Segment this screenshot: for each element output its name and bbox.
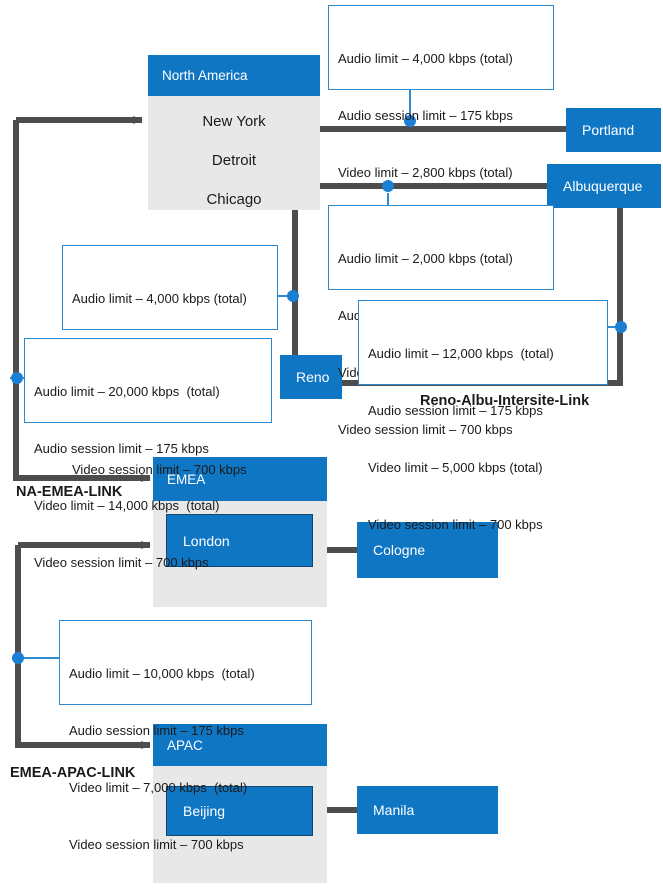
anchor-dot-reno-albu	[615, 321, 627, 333]
note-line-audio-session-limit: Audio session limit – 175 kbps	[338, 108, 513, 123]
node-portland[interactable]: Portland	[566, 108, 661, 152]
node-label-albuquerque: Albuquerque	[563, 178, 643, 194]
note-line-video-limit: Video limit – 2,800 kbps (total)	[338, 165, 513, 180]
anchor-dot-chicago-reno	[287, 290, 299, 302]
note-line-video-limit: Video limit – 14,000 kbps (total)	[34, 498, 220, 513]
note-line-video-limit: Video limit – 5,000 kbps (total)	[368, 460, 543, 475]
note-line-audio-limit: Audio limit – 20,000 kbps (total)	[34, 384, 220, 399]
note-line-audio-limit: Audio limit – 10,000 kbps (total)	[69, 666, 255, 681]
node-label-reno: Reno	[296, 369, 330, 385]
city-detroit[interactable]: Detroit	[148, 142, 320, 178]
region-north-america[interactable]: North America New York Detroit Chicago	[148, 55, 320, 210]
note-reno-albu[interactable]: Audio limit – 12,000 kbps (total) Audio …	[358, 300, 608, 532]
note-na-emea[interactable]: Audio limit – 20,000 kbps (total) Audio …	[24, 338, 272, 570]
city-label-chicago: Chicago	[206, 190, 262, 208]
diagram-canvas: North America New York Detroit Chicago P…	[0, 0, 663, 883]
note-line-video-limit: Video limit – 7,000 kbps (total)	[69, 780, 248, 795]
note-line-audio-limit: Audio limit – 4,000 kbps (total)	[72, 291, 247, 306]
note-line-video-session-limit: Video session limit – 700 kbps	[34, 555, 209, 570]
note-emea-apac[interactable]: Audio limit – 10,000 kbps (total) Audio …	[59, 620, 312, 852]
anchor-dot-na-emea	[11, 372, 23, 384]
note-line-video-session-limit: Video session limit – 700 kbps	[69, 837, 244, 852]
node-manila[interactable]: Manila	[357, 786, 498, 834]
node-reno[interactable]: Reno	[280, 355, 342, 399]
note-line-audio-session-limit: Audio session limit – 175 kbps	[368, 403, 543, 418]
note-chicago-reno[interactable]: Audio limit – 4,000 kbps (total) Audio s…	[62, 245, 278, 477]
region-header-north-america: North America	[148, 55, 320, 96]
city-label-detroit: Detroit	[211, 151, 257, 169]
note-line-audio-session-limit: Audio session limit – 175 kbps	[69, 723, 244, 738]
note-line-audio-limit: Audio limit – 12,000 kbps (total)	[368, 346, 554, 361]
node-label-manila: Manila	[373, 802, 415, 818]
note-na-portland[interactable]: Audio limit – 4,000 kbps (total) Audio s…	[328, 5, 554, 237]
note-line-video-session-limit: Video session limit – 700 kbps	[368, 517, 543, 532]
city-label-new-york: New York	[202, 112, 266, 130]
region-title-north-america: North America	[162, 68, 248, 83]
note-line-audio-session-limit: Audio session limit – 175 kbps	[34, 441, 209, 456]
node-albuquerque[interactable]: Albuquerque	[547, 164, 661, 208]
note-na-albuquerque[interactable]: Audio limit – 2,000 kbps (total) Audio s…	[328, 205, 554, 437]
node-label-portland: Portland	[582, 122, 635, 138]
note-line-audio-limit: Audio limit – 4,000 kbps (total)	[338, 51, 513, 66]
city-new-york[interactable]: New York	[148, 103, 320, 139]
note-line-audio-limit: Audio limit – 2,000 kbps (total)	[338, 251, 513, 266]
anchor-dot-emea-apac	[12, 652, 24, 664]
city-chicago[interactable]: Chicago	[148, 181, 320, 217]
